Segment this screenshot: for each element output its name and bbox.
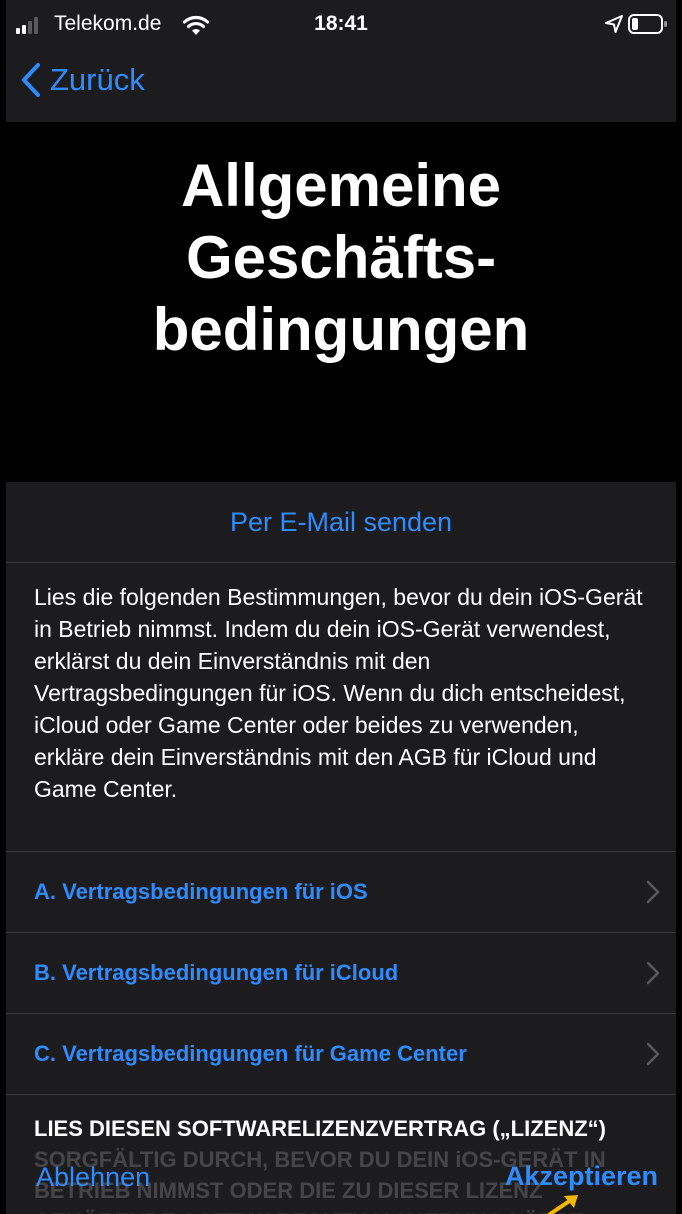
terms-row-game-center[interactable]: C. Vertragsbedingungen für Game Center — [6, 1014, 676, 1095]
send-email-button[interactable]: Per E-Mail senden — [6, 482, 676, 563]
accept-button[interactable]: Akzeptieren — [505, 1161, 658, 1192]
terms-row-ios[interactable]: A. Vertragsbedingungen für iOS — [6, 852, 676, 933]
terms-row-icloud[interactable]: B. Vertragsbedingungen für iCloud — [6, 933, 676, 1014]
chevron-right-icon — [646, 1042, 660, 1066]
chevron-left-icon — [22, 63, 40, 97]
chevron-right-icon — [646, 880, 660, 904]
battery-icon — [628, 14, 667, 34]
app-window: Telekom.de 18:41 Zurück Allgemeine Gesch… — [6, 0, 676, 1214]
decline-button[interactable]: Ablehnen — [36, 1162, 150, 1193]
location-icon — [605, 15, 623, 33]
back-label: Zurück — [50, 62, 145, 97]
status-time: 18:41 — [314, 12, 368, 35]
chevron-right-icon — [646, 961, 660, 985]
page-title: Allgemeine Geschäfts- bedingungen — [152, 152, 530, 363]
back-button[interactable]: Zurück — [20, 62, 145, 98]
header: Allgemeine Geschäfts- bedingungen — [6, 122, 676, 482]
cursor-arrow-icon — [548, 1195, 578, 1214]
navigation-bar: Zurück — [6, 52, 676, 122]
terms-label: A. Vertragsbedingungen für iOS — [34, 879, 368, 904]
terms-content: Per E-Mail senden Lies die folgenden Bes… — [6, 482, 676, 1214]
status-bar: Telekom.de 18:41 — [6, 0, 676, 52]
terms-label: B. Vertragsbedingungen für iCloud — [34, 960, 399, 985]
terms-label: C. Vertragsbedingungen für Game Center — [34, 1041, 467, 1066]
intro-text: Lies die folgenden Bestimmungen, bevor d… — [6, 563, 676, 852]
